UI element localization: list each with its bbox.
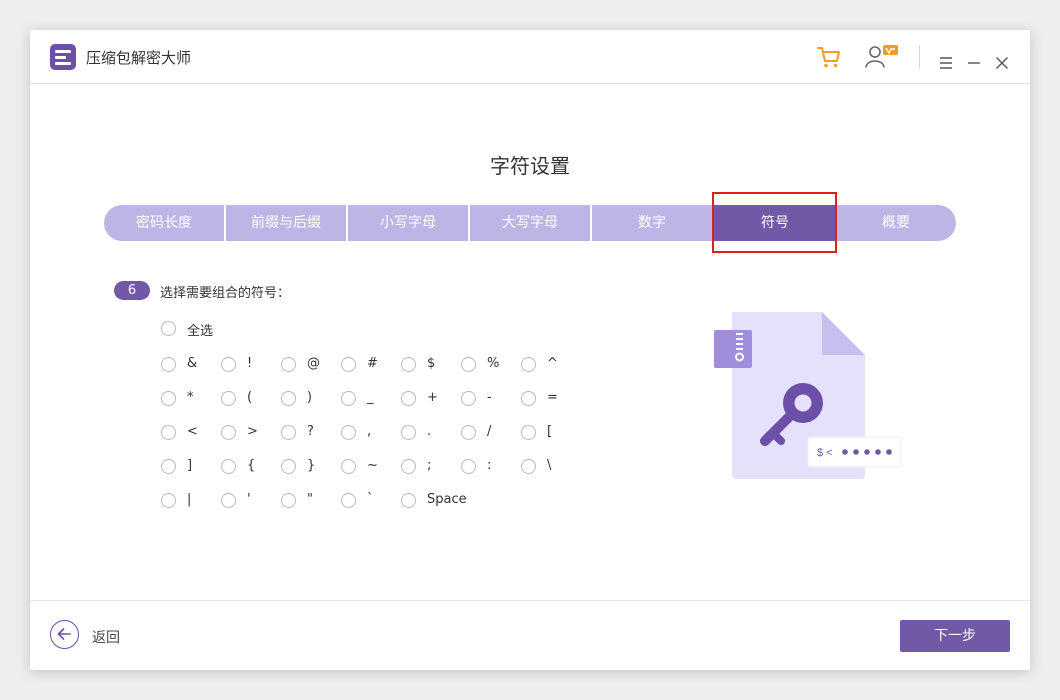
tab-digits[interactable]: 数字 [592,205,712,241]
symbol-label: " [307,492,313,507]
symbol-label: < [187,424,198,439]
user-vip-icon[interactable] [864,44,900,70]
symbol-radio[interactable] [401,459,416,474]
symbol-radio[interactable] [341,391,356,406]
tab-prefix-suffix[interactable]: 前缀与后缀 [226,205,346,241]
tab-password-length[interactable]: 密码长度 [104,205,224,241]
symbol-label: > [247,424,258,439]
symbol-label: @ [307,356,320,371]
symbol-label: ; [427,458,432,473]
tab-uppercase[interactable]: 大写字母 [470,205,590,241]
tab-summary[interactable]: 概要 [836,205,956,241]
symbol-radio[interactable] [281,459,296,474]
symbol-label: ( [247,390,253,405]
close-icon[interactable] [995,50,1009,76]
symbol-radio[interactable] [341,357,356,372]
symbol-label: Space [427,492,467,507]
symbol-label: / [487,424,492,439]
symbol-radio[interactable] [221,391,236,406]
encrypted-archive-illustration: $ < [714,312,902,479]
symbol-radio[interactable] [221,459,236,474]
symbol-radio[interactable] [401,391,416,406]
symbol-radio[interactable] [161,425,176,440]
symbol-radio[interactable] [341,459,356,474]
symbol-label: ] [187,458,193,473]
symbol-label: | [187,492,192,507]
symbol-label: % [487,356,500,371]
symbol-radio[interactable] [161,357,176,372]
symbol-label: \ [547,458,552,473]
symbol-radio[interactable] [341,425,356,440]
arrow-left-icon [57,628,71,640]
symbol-label: ) [307,390,313,405]
symbol-radio[interactable] [521,459,536,474]
symbol-radio[interactable] [461,357,476,372]
symbol-label: * [187,390,194,405]
symbol-radio[interactable] [281,425,296,440]
symbol-radio[interactable] [221,357,236,372]
symbol-radio[interactable] [281,357,296,372]
symbol-label: ! [247,356,253,371]
symbol-label: # [367,356,378,371]
symbol-label: ~ [367,458,378,473]
symbol-label: & [187,356,198,371]
step-number-badge: 6 [114,281,150,300]
symbol-radio[interactable] [281,493,296,508]
symbol-label: $ [427,356,436,371]
menu-icon[interactable] [939,50,953,76]
symbol-radio[interactable] [161,493,176,508]
symbol-radio[interactable] [521,391,536,406]
symbol-label: + [427,390,438,405]
cart-icon[interactable] [816,44,842,70]
symbol-label: ' [247,492,251,507]
symbol-label: ^ [547,356,558,371]
title-bar: 压缩包解密大师 [30,30,1030,84]
symbol-label: [ [547,424,553,439]
symbol-radio[interactable] [461,391,476,406]
page-title: 字符设置 [490,154,570,178]
symbol-label: { [247,458,256,473]
app-window: 压缩包解密大师 字符设置 密码长度 前缀与后缀 小写字母 大写字母 数字 符号 … [30,30,1030,670]
symbol-label: : [487,458,492,473]
symbol-radio[interactable] [461,459,476,474]
symbol-radio[interactable] [341,493,356,508]
symbol-label: } [307,458,316,473]
next-step-button[interactable]: 下一步 [900,620,1010,652]
symbol-radio[interactable] [161,391,176,406]
symbol-radio[interactable] [521,357,536,372]
symbol-label: - [487,390,492,405]
symbol-radio[interactable] [221,493,236,508]
symbol-radio[interactable] [281,391,296,406]
app-title: 压缩包解密大师 [86,49,192,67]
footer-divider [30,600,1030,601]
symbol-radio[interactable] [221,425,236,440]
minimize-icon[interactable] [967,50,981,76]
symbol-radio[interactable] [461,425,476,440]
tab-lowercase[interactable]: 小写字母 [348,205,468,241]
archive-logo-icon [50,44,76,70]
password-hint-text: $ < [817,447,833,459]
active-tab-highlight [712,192,837,253]
symbol-radio[interactable] [161,459,176,474]
step-instruction: 选择需要组合的符号： [160,286,291,301]
back-button[interactable] [50,620,79,649]
back-label[interactable]: 返回 [92,627,120,647]
select-all-radio[interactable] [161,321,176,336]
symbol-label: = [547,390,558,405]
title-separator [919,45,920,69]
symbol-label: ? [307,424,314,439]
select-all-label: 全选 [187,324,214,339]
symbol-label: _ [367,390,374,405]
symbol-radio[interactable] [401,493,416,508]
symbol-radio[interactable] [401,357,416,372]
symbol-label: . [427,424,432,439]
symbol-label: , [367,424,372,439]
symbol-radio[interactable] [401,425,416,440]
symbol-radio[interactable] [521,425,536,440]
symbol-label: ` [367,492,374,507]
